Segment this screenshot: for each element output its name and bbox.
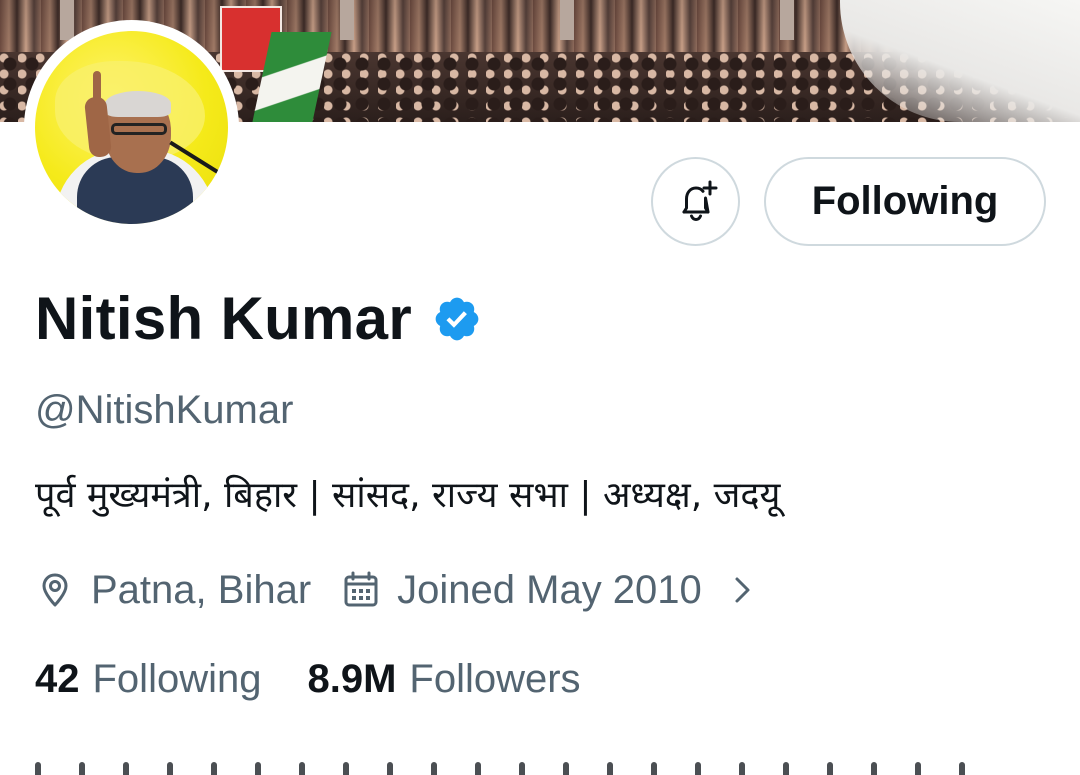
avatar-glasses <box>111 123 167 135</box>
following-button[interactable]: Following <box>764 157 1046 246</box>
calendar-icon <box>344 571 378 607</box>
chevron-right-icon[interactable] <box>730 570 756 610</box>
following-stat[interactable]: 42 Following <box>35 654 261 704</box>
followers-stat[interactable]: 8.9M Followers <box>307 654 580 704</box>
avatar-hair <box>105 91 171 117</box>
location-item: Patna, Bihar <box>35 565 311 615</box>
banner-pillar <box>560 0 574 40</box>
cutoff-next-line <box>35 762 1045 775</box>
followers-count: 8.9M <box>307 657 397 701</box>
following-label: Following <box>92 657 262 701</box>
location-text: Patna, Bihar <box>91 568 312 612</box>
profile-name-row: Nitish Kumar <box>35 284 482 354</box>
bell-plus-icon <box>682 180 717 221</box>
display-name: Nitish Kumar <box>35 285 412 352</box>
verified-badge-icon[interactable] <box>432 294 482 344</box>
location-pin-icon <box>42 573 68 607</box>
banner-pillar <box>780 0 794 40</box>
following-count: 42 <box>35 657 80 701</box>
avatar-finger <box>93 71 101 105</box>
profile-stats: 42 Following 8.9M Followers <box>35 654 581 704</box>
profile-bio: पूर्व मुख्यमंत्री, बिहार | सांसद, राज्य … <box>35 475 781 516</box>
followers-label: Followers <box>409 657 581 701</box>
avatar-photo <box>35 31 228 224</box>
profile-meta: Patna, Bihar Joined May 2010 <box>35 565 756 615</box>
joined-item[interactable]: Joined May 2010 <box>341 565 756 615</box>
banner-pillar <box>60 0 74 40</box>
notifications-button[interactable] <box>651 157 740 246</box>
avatar[interactable] <box>24 20 239 235</box>
banner-pillar <box>340 0 354 40</box>
joined-text: Joined May 2010 <box>397 568 702 612</box>
profile-handle: @NitishKumar <box>35 388 294 432</box>
